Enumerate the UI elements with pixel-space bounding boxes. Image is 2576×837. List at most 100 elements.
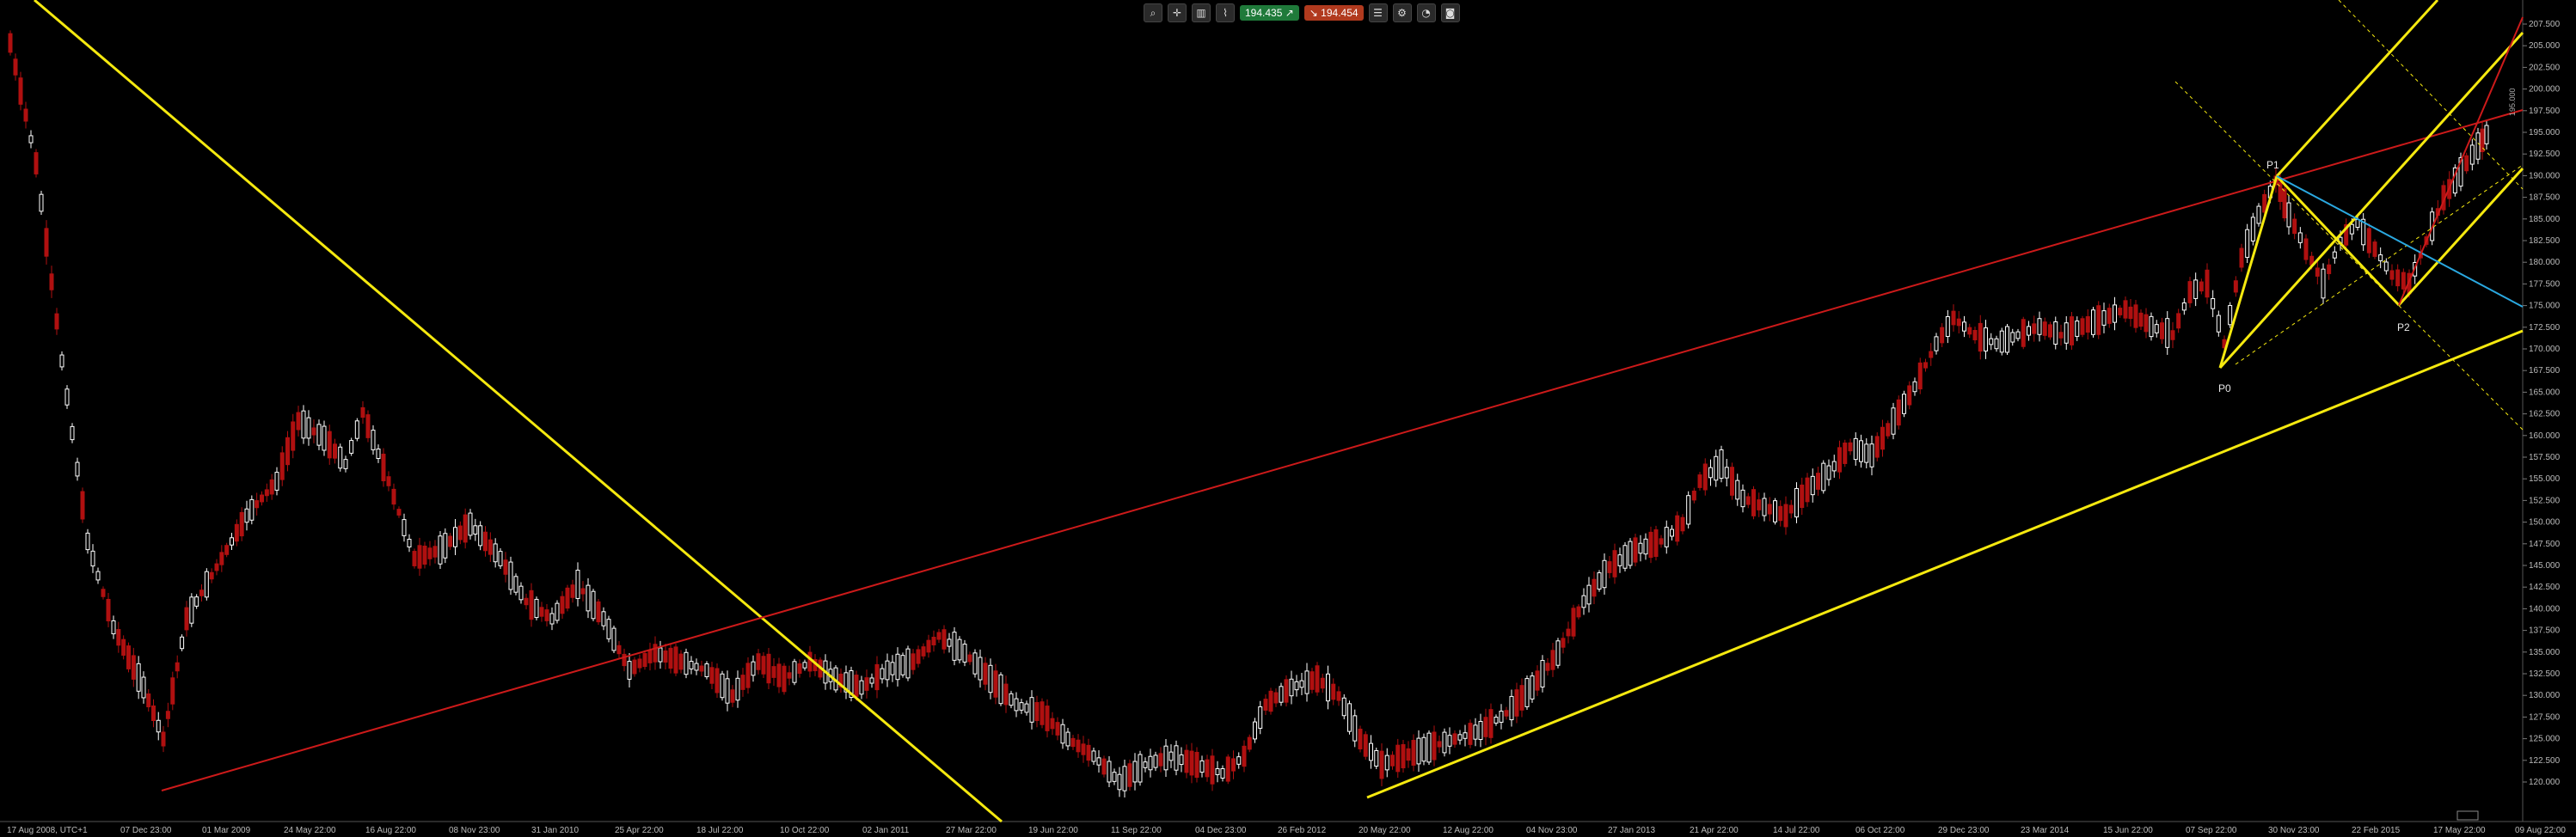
candle-body (1117, 773, 1122, 791)
candle-body (1917, 362, 1923, 390)
candle-body (1304, 670, 1309, 694)
candle-body (2176, 313, 2181, 329)
crosshair-icon[interactable]: ✛ (1168, 3, 1187, 22)
candle-body (735, 677, 740, 701)
price-axis-label: 187.500 (2529, 193, 2561, 203)
alarm-icon[interactable]: ◔ (1416, 3, 1436, 22)
candle-body (2107, 308, 2112, 324)
candle-body (2366, 228, 2371, 254)
candle-body (1122, 766, 1127, 791)
candle-body (1788, 504, 1794, 514)
candle-body (1086, 744, 1091, 761)
candle-body (539, 607, 544, 617)
candle-body (1745, 496, 1751, 505)
candle-body (1050, 718, 1055, 730)
candle-body (1816, 473, 1820, 490)
candle-body (2096, 305, 2101, 335)
candle-body (365, 414, 371, 438)
candle-body (285, 437, 290, 466)
candle-body (407, 539, 412, 547)
candle-body (1060, 724, 1065, 744)
layout-icon[interactable]: ☰ (1368, 3, 1388, 22)
candle-body (1951, 310, 1956, 326)
candle-body (947, 638, 952, 647)
candle-body (1648, 531, 1653, 559)
price-axis-label: 137.500 (2529, 626, 2561, 636)
candle-body (349, 440, 354, 454)
candle-body (2321, 268, 2326, 299)
zoom-icon[interactable]: ⌕ (1144, 3, 1162, 22)
candle-body (2027, 326, 2031, 336)
candle-body (1184, 749, 1189, 773)
price-axis-label: 145.000 (2529, 561, 2561, 571)
candle-body (1540, 660, 1545, 687)
candle-body (1550, 650, 1555, 670)
candle-body (880, 668, 885, 680)
candle-body (1956, 318, 1961, 327)
candle-body (637, 658, 642, 669)
candle-body (2250, 217, 2255, 241)
candle-body (2113, 304, 2117, 323)
price-axis-label: 192.500 (2529, 150, 2561, 159)
candle-body (1524, 678, 1530, 707)
ask-price-button[interactable]: ↘ 194.454 (1303, 5, 1364, 21)
candle-body (1708, 467, 1713, 479)
price-axis-label: 167.500 (2529, 366, 2561, 376)
candle-body (2372, 241, 2377, 257)
candle-body (260, 494, 264, 503)
candle-body (13, 58, 18, 76)
candle-body (121, 638, 126, 656)
candle-body (1253, 721, 1257, 740)
camera-icon[interactable]: ◙ (1440, 3, 1460, 22)
candle-body (1730, 467, 1734, 496)
bid-price-button[interactable]: 194.435 ↗ (1240, 5, 1299, 21)
candle-body (1421, 736, 1426, 762)
candle-body (1659, 538, 1664, 545)
time-axis-label: 11 Sep 22:00 (1111, 826, 1162, 835)
candle-body (921, 646, 926, 657)
candle-body (371, 430, 376, 450)
candle-body (1045, 706, 1050, 731)
price-axis-label: 120.000 (2529, 778, 2561, 787)
candle-body (443, 533, 448, 559)
candle-body (2193, 279, 2199, 299)
candle-body (1778, 505, 1783, 522)
candle-body (1719, 449, 1724, 480)
candle-body (1091, 750, 1096, 762)
candle-body (1612, 550, 1617, 577)
price-axis-label: 205.000 (2529, 41, 2561, 51)
candle-body (468, 512, 473, 536)
candle-body (2123, 300, 2128, 319)
candle-body (1279, 686, 1284, 703)
candle-body (1019, 702, 1024, 711)
candle-body (1336, 691, 1341, 701)
candle-body (1003, 683, 1009, 706)
candle-body (1014, 698, 1019, 712)
candle-body (49, 273, 54, 290)
candle-body (2211, 297, 2216, 309)
candle-body (1081, 743, 1086, 755)
candle-body (333, 443, 337, 459)
candle-body (1210, 755, 1215, 785)
candle-body (513, 576, 518, 593)
candle-body (787, 672, 792, 679)
candle-body (2160, 322, 2164, 339)
price-axis-label: 127.500 (2529, 712, 2561, 722)
candle-body (2464, 155, 2469, 172)
candle-body (616, 645, 622, 655)
candle-body (427, 547, 432, 559)
candle-body (189, 596, 194, 624)
candle-body (432, 546, 438, 558)
candle-body (2075, 321, 2080, 337)
chart-area[interactable]: P1 P2 P0 207.500 205.000 202.500 200.000 197… (0, 0, 2576, 837)
candle-body (575, 570, 580, 599)
candle-body (2332, 251, 2337, 259)
bar-type-icon[interactable]: ▥ (1192, 3, 1211, 22)
candle-body (1740, 489, 1745, 508)
candle-body (1401, 743, 1406, 769)
candle-body (28, 135, 34, 144)
indicator-icon[interactable]: ⌇ (1216, 3, 1235, 22)
candle-body (555, 602, 560, 621)
candle-body (1633, 537, 1638, 563)
settings-icon[interactable]: ⚙ (1392, 3, 1412, 22)
